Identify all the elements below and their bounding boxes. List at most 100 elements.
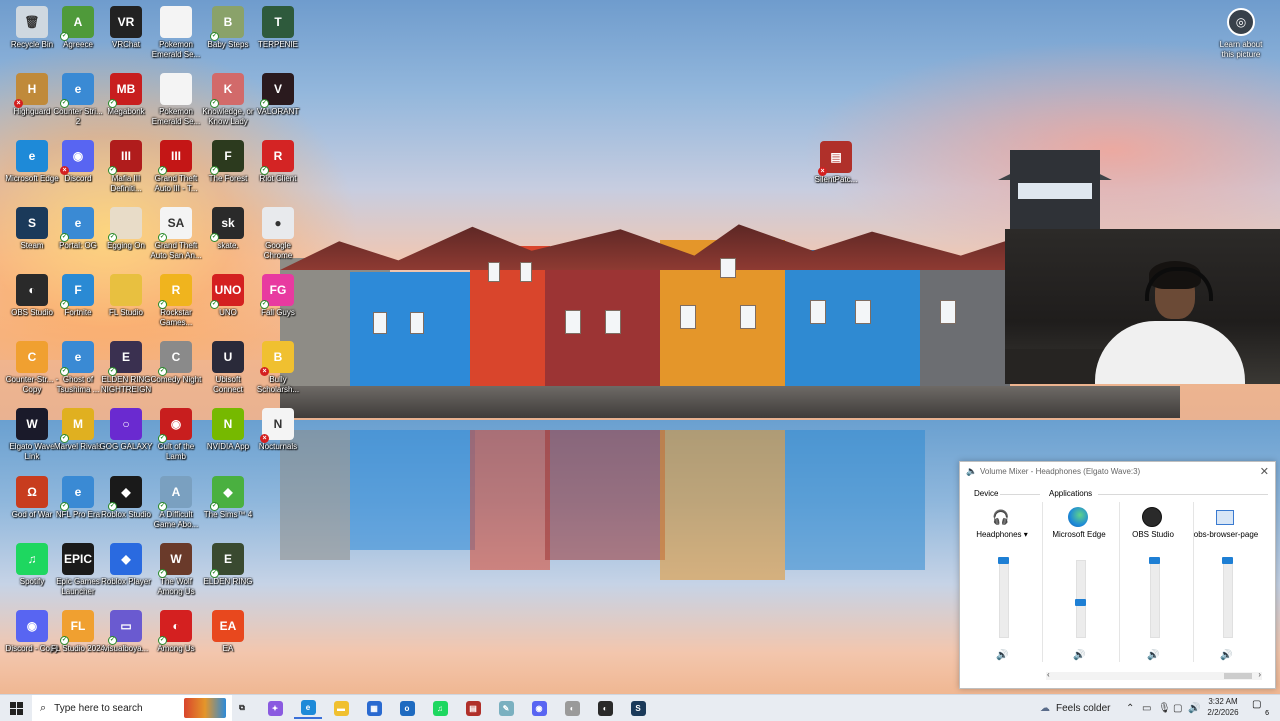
start-button[interactable]	[0, 695, 32, 721]
taskbar-search-box[interactable]: ⌕ Type here to search	[32, 695, 232, 721]
desktop-icon[interactable]: B ✓ Baby Steps	[200, 6, 256, 50]
wallpaper-dock	[280, 386, 1180, 418]
taskbar-clock[interactable]: 3:32 AM 2/2/2026	[1200, 696, 1246, 718]
window	[520, 262, 532, 282]
desktop-icon-label: FL Studio	[109, 308, 143, 317]
app-icon: VR	[110, 6, 142, 38]
taskbar-task-view-button[interactable]: ⧉	[228, 697, 256, 719]
taskbar-notepad-button[interactable]: ✎	[492, 697, 520, 719]
desktop-icon[interactable]: E ✓ ELDEN RING	[200, 543, 256, 587]
taskbar-steam-button[interactable]: S	[624, 697, 652, 719]
desktop-icon[interactable]: Pokemon Emerald Se...	[148, 73, 204, 127]
browser-page-icon	[1214, 506, 1236, 528]
desktop-icon[interactable]: ○ GOG GALAXY	[98, 408, 154, 452]
desktop-icon[interactable]: III ✓ Grand Theft Auto III - T...	[148, 140, 204, 194]
app-icon: F ✓	[60, 274, 94, 309]
desktop-icon[interactable]: C ✓ Comedy Night	[148, 341, 204, 385]
desktop-icon[interactable]: ◉ ✓ Cult of the Lamb	[148, 408, 204, 462]
desktop-icon[interactable]: ◆ Roblox Player	[98, 543, 154, 587]
applications-group-label: Applications	[1049, 489, 1093, 498]
desktop-icon[interactable]: U Ubisoft Connect	[200, 341, 256, 395]
monitor-icon[interactable]: ▭	[1142, 695, 1151, 721]
mixer-horizontal-scrollbar[interactable]: ‹ ›	[1046, 670, 1262, 680]
desktop-icon[interactable]: K ✓ Knowledge, or Know Lady	[200, 73, 256, 127]
desktop-icon[interactable]: ▭ ✓ visualboya...	[98, 610, 154, 654]
network-icon[interactable]: ▢	[1173, 695, 1182, 721]
sync-check-icon: ✓	[158, 300, 167, 309]
desktop-icon[interactable]: III ✓ Mafia III Definiti...	[98, 140, 154, 194]
desktop-icon[interactable]: W ✓ The Wolf Among Us	[148, 543, 204, 597]
desktop-icon-label: The Wolf Among Us	[157, 577, 195, 596]
scroll-left-icon[interactable]: ‹	[1047, 670, 1050, 679]
error-badge-icon: ×	[60, 166, 69, 175]
volume-slider-track[interactable]	[1150, 560, 1160, 638]
microphone-icon[interactable]: 🎙	[1158, 695, 1171, 721]
sync-check-icon: ✓	[108, 636, 117, 645]
desktop-icon[interactable]: F ✓ The Forest	[200, 140, 256, 184]
mute-speaker-icon[interactable]: 🔊	[1073, 650, 1085, 661]
desktop-icon[interactable]: FL Studio	[98, 274, 154, 318]
taskbar-elgato-button[interactable]: ◐	[558, 697, 586, 719]
taskbar-file-explorer-button[interactable]: ▬	[327, 697, 355, 719]
app-icon: ◆ ✓	[108, 476, 142, 511]
headphones-icon[interactable]: 🎧	[990, 506, 1012, 528]
sync-check-icon: ✓	[60, 434, 69, 443]
desktop-icon[interactable]: A ✓ A Difficult Game Abo...	[148, 476, 204, 530]
taskbar-copilot-button[interactable]: ✦	[261, 697, 289, 719]
scroll-right-icon[interactable]: ›	[1258, 670, 1261, 679]
scrollbar-thumb[interactable]	[1224, 673, 1252, 679]
notification-icon: ▢	[1252, 699, 1262, 710]
desktop-icon[interactable]: UNO ✓ UNO	[200, 274, 256, 318]
volume-slider-thumb[interactable]	[1222, 557, 1233, 564]
show-hidden-icons-button[interactable]: ⌃	[1126, 695, 1134, 721]
desktop-icon[interactable]: ● Google Chrome	[250, 207, 306, 261]
close-icon[interactable]: ✕	[1260, 465, 1269, 478]
desktop-icon[interactable]: R ✓ Rockstar Games...	[148, 274, 204, 328]
desktop-icon[interactable]: N NVIDIA App	[200, 408, 256, 452]
mute-speaker-icon[interactable]: 🔊	[1147, 650, 1159, 661]
desktop-icon[interactable]: FG ✓ Fall Guys	[250, 274, 306, 318]
desktop-icon[interactable]: B × Bully Scholarsh...	[250, 341, 306, 395]
desktop-icon[interactable]: Pokemon Emerald Se...	[148, 6, 204, 60]
reflection	[350, 430, 475, 550]
volume-slider-thumb[interactable]	[1149, 557, 1160, 564]
weather-widget[interactable]: ☁ Feels colder	[1040, 695, 1110, 721]
taskbar-obs-button[interactable]: ◐	[591, 697, 619, 719]
volume-slider-thumb[interactable]	[998, 557, 1009, 564]
desktop-icon[interactable]: VR VRChat	[98, 6, 154, 50]
error-badge-icon: ×	[14, 99, 23, 108]
desktop-icon[interactable]: ◆ ✓ The Sims™ 4	[200, 476, 256, 520]
desktop-icon[interactable]: EA EA	[200, 610, 256, 654]
desktop-icon[interactable]: ✓ Egging On	[98, 207, 154, 251]
taskbar-winrar-button[interactable]: ▤	[459, 697, 487, 719]
desktop-icon[interactable]: MB ✓ Megabonk	[98, 73, 154, 117]
desktop-icon[interactable]: ◆ ✓ Roblox Studio	[98, 476, 154, 520]
volume-slider-track[interactable]	[999, 560, 1009, 638]
app-icon: EPIC	[62, 543, 94, 575]
desktop-icon[interactable]: V ✓ VALORANT	[250, 73, 306, 117]
mixer-titlebar[interactable]: 🔈 Volume Mixer - Headphones (Elgato Wave…	[960, 462, 1275, 480]
learn-about-picture-button[interactable]: ◎ Learn about this picture	[1214, 8, 1268, 60]
volume-slider-track[interactable]	[1223, 560, 1233, 638]
volume-icon[interactable]: 🔊	[1188, 695, 1200, 721]
taskbar-spotify-button[interactable]: ♫	[426, 697, 454, 719]
notification-center-button[interactable]: ▢ 6	[1252, 699, 1269, 717]
desktop-icon[interactable]: E ✓ ELDEN RING NIGHTREIGN	[98, 341, 154, 395]
desktop-icon[interactable]: N × Nocturnals	[250, 408, 306, 452]
desktop-icon-silentpatch[interactable]: ▤ × SilentPatc...	[808, 141, 864, 185]
mute-speaker-icon[interactable]: 🔊	[996, 650, 1008, 661]
volume-slider-thumb[interactable]	[1075, 598, 1086, 606]
taskbar-outlook-button[interactable]: o	[393, 697, 421, 719]
desktop-icon[interactable]: R ✓ Riot Client	[250, 140, 306, 184]
taskbar-store-button[interactable]: ▦	[360, 697, 388, 719]
desktop-icon[interactable]: sk ✓ skate.	[200, 207, 256, 251]
desktop-icon[interactable]: T TERPENIE	[250, 6, 306, 50]
desktop-icon[interactable]: ◐ ✓ Among Us	[148, 610, 204, 654]
device-selector[interactable]: Headphones ▾	[962, 530, 1042, 539]
mute-speaker-icon[interactable]: 🔊	[1220, 650, 1232, 661]
desktop-icon[interactable]: SA ✓ Grand Theft Auto San An...	[148, 207, 204, 261]
taskbar-edge-button[interactable]: e	[294, 697, 322, 719]
mixer-title: Volume Mixer - Headphones (Elgato Wave:3…	[980, 466, 1141, 476]
taskbar-discord-button[interactable]: ◉	[525, 697, 553, 719]
desktop-icon-label: Baby Steps	[207, 40, 249, 49]
